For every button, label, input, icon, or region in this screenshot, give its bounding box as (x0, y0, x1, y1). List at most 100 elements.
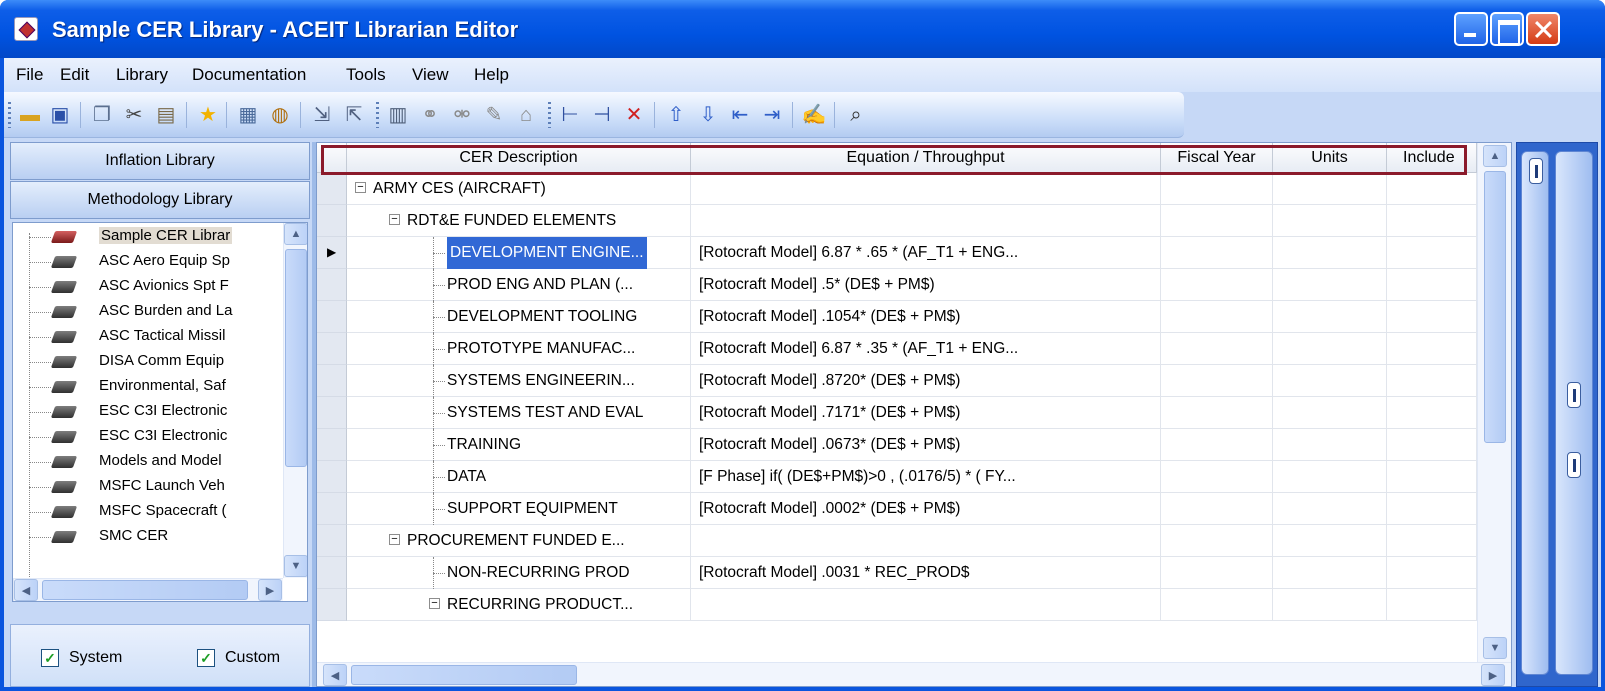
delete-row-icon[interactable]: ✕ (620, 101, 648, 129)
cell-fiscal-year[interactable] (1161, 589, 1273, 621)
link-icon[interactable]: ⚭ (416, 101, 444, 129)
cell-fiscal-year[interactable] (1161, 429, 1273, 461)
maximize-button[interactable] (1490, 12, 1524, 46)
tree-horizontal-scrollbar[interactable]: ◀ ▶ (13, 578, 283, 601)
cer-description-text[interactable]: RDT&E FUNDED ELEMENTS (407, 205, 616, 237)
cell-equation[interactable] (691, 205, 1161, 237)
row-header[interactable] (317, 557, 347, 589)
scroll-left-icon[interactable]: ◀ (14, 579, 38, 601)
cell-fiscal-year[interactable] (1161, 397, 1273, 429)
cell-equation[interactable]: [Rotocraft Model] .0002* (DE$ + PM$) (691, 493, 1161, 525)
row-header[interactable] (317, 269, 347, 301)
grid-hscroll-thumb[interactable] (351, 665, 577, 685)
methodology-library-button[interactable]: Methodology Library (10, 181, 310, 219)
cell-description[interactable]: − ARMY CES (AIRCRAFT) (347, 173, 691, 205)
library-tree-item[interactable]: ASC Avionics Spt F (13, 275, 283, 298)
row-header[interactable] (317, 301, 347, 333)
cell-description[interactable]: − RECURRING PRODUCT... (347, 589, 691, 621)
cell-description[interactable]: SUPPORT EQUIPMENT (347, 493, 691, 525)
cell-include[interactable] (1387, 493, 1477, 525)
tree-scroll-thumb[interactable] (285, 249, 307, 467)
library-tree-item[interactable]: SMC CER (13, 525, 283, 548)
library-tree-item[interactable]: MSFC Spacecraft ( (13, 500, 283, 523)
cell-equation[interactable] (691, 173, 1161, 205)
menu-library[interactable]: Library (116, 65, 168, 85)
cell-units[interactable] (1273, 429, 1387, 461)
collapse-toggle-icon[interactable]: − (389, 214, 400, 225)
scroll-down-icon[interactable]: ▼ (1483, 637, 1507, 659)
cell-units[interactable] (1273, 525, 1387, 557)
menu-edit[interactable]: Edit (60, 65, 89, 85)
table-row[interactable]: − ARMY CES (AIRCRAFT) (347, 173, 1509, 205)
cut-icon[interactable]: ✂ (120, 101, 148, 129)
book-icon[interactable]: ◍ (266, 101, 294, 129)
row-header[interactable] (317, 397, 347, 429)
table-row[interactable]: DATA [F Phase] if( (DE$+PM$)>0 , (.0176/5… (347, 461, 1509, 493)
table-icon[interactable]: ▥ (384, 101, 412, 129)
cell-equation[interactable]: [Rotocraft Model] .1054* (DE$ + PM$) (691, 301, 1161, 333)
scroll-right-icon[interactable]: ▶ (1481, 664, 1505, 686)
cell-equation[interactable]: [Rotocraft Model] 6.87 * .65 * (AF_T1 + … (691, 237, 1161, 269)
unlink-icon[interactable]: ⚮ (448, 101, 476, 129)
cell-equation[interactable]: [Rotocraft Model] .5* (DE$ + PM$) (691, 269, 1161, 301)
cell-include[interactable] (1387, 205, 1477, 237)
cell-include[interactable] (1387, 237, 1477, 269)
library-tree-item[interactable]: MSFC Launch Veh (13, 475, 283, 498)
column-header-description[interactable]: CER Description (347, 143, 691, 173)
cell-units[interactable] (1273, 365, 1387, 397)
cell-units[interactable] (1273, 173, 1387, 205)
cell-description[interactable]: SYSTEMS ENGINEERIN... (347, 365, 691, 397)
outdent-icon[interactable]: ⇤ (726, 101, 754, 129)
row-header[interactable] (317, 429, 347, 461)
cell-fiscal-year[interactable] (1161, 461, 1273, 493)
cer-description-text[interactable]: DEVELOPMENT TOOLING (447, 301, 637, 333)
cer-description-text[interactable]: SYSTEMS ENGINEERIN... (447, 365, 635, 397)
scroll-down-icon[interactable]: ▼ (284, 555, 307, 577)
cell-fiscal-year[interactable] (1161, 173, 1273, 205)
move-down-icon[interactable]: ⇩ (694, 101, 722, 129)
grid-vertical-scrollbar[interactable]: ▲ ▼ (1477, 143, 1511, 662)
cell-units[interactable] (1273, 461, 1387, 493)
properties-icon[interactable]: ▦ (234, 101, 262, 129)
grid-scroll-thumb[interactable] (1484, 171, 1506, 443)
table-row[interactable]: − PROCUREMENT FUNDED E... (347, 525, 1509, 557)
open-folder-icon[interactable]: ▬ (16, 101, 44, 129)
row-header[interactable] (317, 333, 347, 365)
app-icon[interactable] (14, 17, 38, 41)
cell-equation[interactable]: [Rotocraft Model] .8720* (DE$ + PM$) (691, 365, 1161, 397)
cell-equation[interactable]: [Rotocraft Model] .0673* (DE$ + PM$) (691, 429, 1161, 461)
cer-description-text[interactable]: DEVELOPMENT ENGINE... (446, 237, 648, 269)
title-bar[interactable]: Sample CER Library - ACEIT Librarian Edi… (0, 0, 1605, 58)
table-row[interactable]: NON-RECURRING PROD [Rotocraft Model] .003… (347, 557, 1509, 589)
table-row[interactable]: SYSTEMS TEST AND EVAL [Rotocraft Model] .… (347, 397, 1509, 429)
close-button[interactable] (1526, 12, 1560, 46)
grid-horizontal-scrollbar[interactable]: ◀ ▶ (317, 662, 1511, 686)
cell-units[interactable] (1273, 237, 1387, 269)
library-tree-item[interactable]: DISA Comm Equip (13, 350, 283, 373)
scroll-up-icon[interactable]: ▲ (284, 223, 307, 245)
cell-include[interactable] (1387, 301, 1477, 333)
cell-description[interactable]: − RDT&E FUNDED ELEMENTS (347, 205, 691, 237)
library-tree-item[interactable]: ASC Tactical Missil (13, 325, 283, 348)
library-tree-item[interactable]: Environmental, Saf (13, 375, 283, 398)
cell-fiscal-year[interactable] (1161, 525, 1273, 557)
tree-hscroll-thumb[interactable] (42, 580, 248, 600)
report-icon[interactable]: ✍ (800, 101, 828, 129)
menu-view[interactable]: View (412, 65, 449, 85)
table-row[interactable]: PROD ENG AND PLAN (... [Rotocraft Model] … (347, 269, 1509, 301)
table-row[interactable]: PROTOTYPE MANUFAC... [Rotocraft Model] 6.… (347, 333, 1509, 365)
export-icon[interactable]: ⇱ (340, 101, 368, 129)
scroll-right-icon[interactable]: ▶ (258, 579, 282, 601)
row-header[interactable] (317, 461, 347, 493)
table-row[interactable]: SUPPORT EQUIPMENT [Rotocraft Model] .0002… (347, 493, 1509, 525)
cell-description[interactable]: DEVELOPMENT ENGINE... (347, 237, 691, 269)
cell-include[interactable] (1387, 589, 1477, 621)
column-header-equation[interactable]: Equation / Throughput (691, 143, 1161, 173)
cell-include[interactable] (1387, 333, 1477, 365)
cer-description-text[interactable]: PROTOTYPE MANUFAC... (447, 333, 635, 365)
edit-icon[interactable]: ✎ (480, 101, 508, 129)
cer-description-text[interactable]: PROCUREMENT FUNDED E... (407, 525, 625, 557)
slider-knob-lower[interactable] (1567, 452, 1581, 478)
cell-fiscal-year[interactable] (1161, 333, 1273, 365)
cell-units[interactable] (1273, 301, 1387, 333)
